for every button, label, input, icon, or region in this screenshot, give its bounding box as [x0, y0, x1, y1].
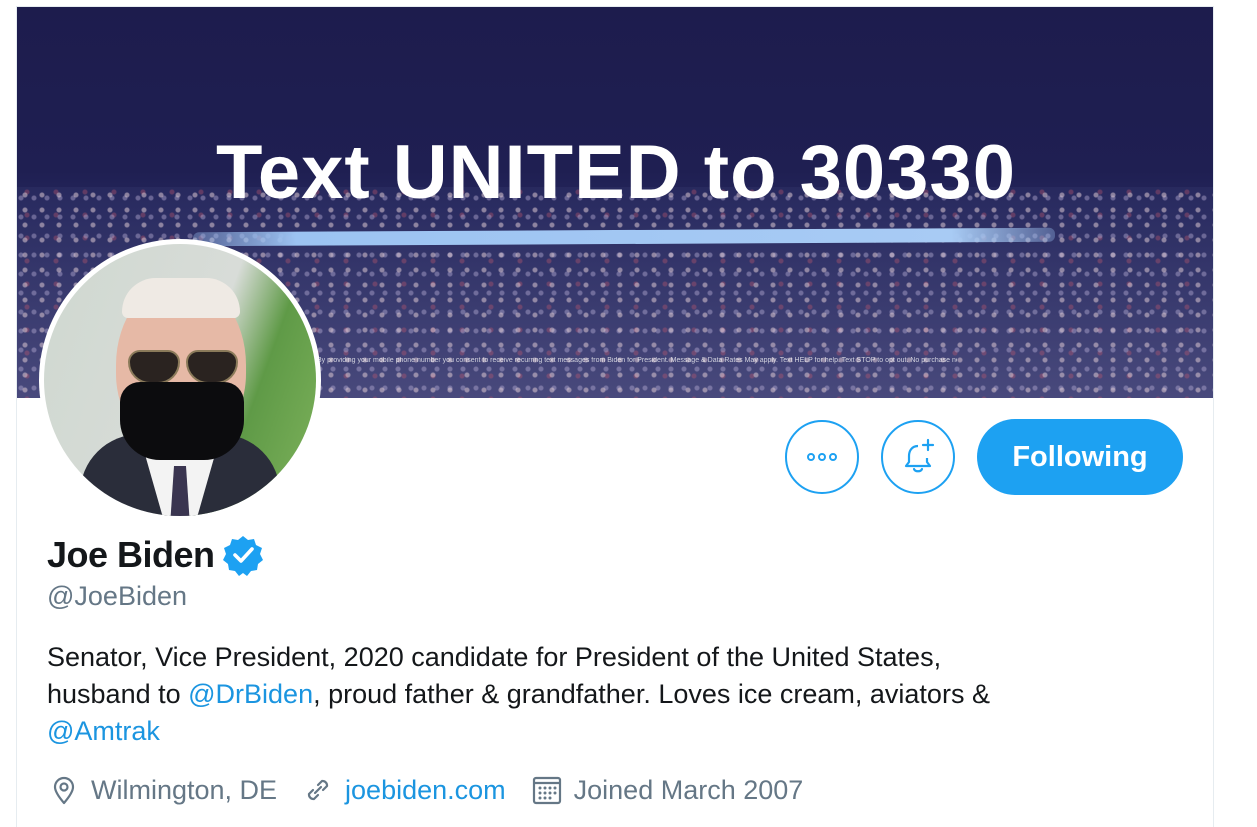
banner-headline: Text UNITED to 30330 [216, 130, 1016, 215]
profile-meta: Wilmington, DE joebiden.com Joined March… [47, 773, 827, 807]
bio-text: , proud father & grandfather. Loves ice … [313, 679, 990, 709]
profile-card: Text UNITED to 30330 By providing your m… [16, 6, 1214, 827]
banner-fineprint: By providing your mobile phone number yo… [317, 357, 957, 364]
avatar-hair [122, 278, 240, 318]
website-item: joebiden.com [301, 773, 506, 807]
name-row: Joe Biden [47, 533, 265, 577]
profile-bio: Senator, Vice President, 2020 candidate … [47, 639, 1187, 750]
calendar-icon [532, 776, 561, 805]
verified-badge-icon [222, 536, 263, 576]
more-button[interactable] [785, 420, 859, 494]
profile-handle: @JoeBiden [47, 581, 187, 611]
bio-text: husband to [47, 679, 189, 709]
display-name: Joe Biden [47, 534, 215, 575]
joined-date: Joined March 2007 [573, 774, 804, 805]
notifications-button[interactable] [881, 420, 955, 494]
avatar[interactable] [39, 239, 321, 521]
location-item: Wilmington, DE [47, 773, 277, 807]
more-icon [807, 453, 837, 461]
joined-item: Joined March 2007 [530, 773, 804, 807]
mention-link-drbiden[interactable]: @DrBiden [188, 679, 313, 709]
link-icon [307, 779, 329, 801]
following-button[interactable]: Following [977, 419, 1183, 495]
profile-actions: Following [785, 419, 1183, 495]
bell-add-icon [904, 438, 935, 473]
website-link[interactable]: joebiden.com [345, 775, 506, 806]
avatar-photo [44, 244, 316, 516]
mention-link-amtrak[interactable]: @Amtrak [47, 716, 160, 746]
avatar-sunglasses [128, 350, 238, 384]
avatar-face-mask [120, 382, 244, 460]
location-pin-icon [53, 776, 75, 805]
location-text: Wilmington, DE [91, 774, 278, 805]
bio-line-1: Senator, Vice President, 2020 candidate … [47, 642, 942, 672]
